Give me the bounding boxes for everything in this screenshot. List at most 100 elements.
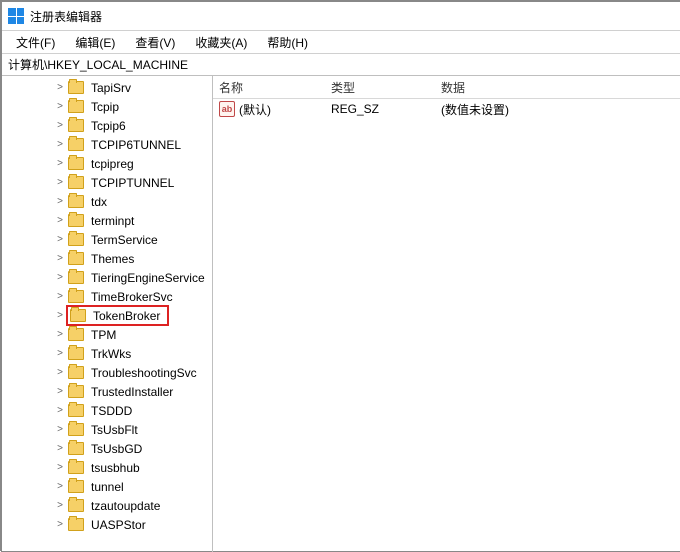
folder-icon xyxy=(68,157,84,170)
tree-item-label: tsusbhub xyxy=(88,460,143,476)
folder-icon xyxy=(68,119,84,132)
tree-expander-icon[interactable]: > xyxy=(54,519,66,530)
column-type[interactable]: 类型 xyxy=(331,79,441,96)
tree-item-label: TrustedInstaller xyxy=(88,384,176,400)
value-row[interactable]: ab(默认) REG_SZ(数值未设置) xyxy=(213,99,680,119)
tree-expander-icon[interactable]: > xyxy=(54,443,66,454)
tree-item[interactable]: >TsUsbFlt xyxy=(2,420,212,439)
reg-string-icon: ab xyxy=(219,101,235,117)
folder-icon xyxy=(68,81,84,94)
tree-item-label: TCPIPTUNNEL xyxy=(88,175,177,191)
tree-item[interactable]: > TieringEngineService xyxy=(2,268,212,287)
tree-expander-icon[interactable]: > xyxy=(54,120,66,131)
folder-icon xyxy=(68,499,84,512)
tree-item-label: Tcpip6 xyxy=(88,118,129,134)
tree-item-label: Tcpip xyxy=(88,99,122,115)
title-bar: 注册表编辑器 xyxy=(2,2,680,31)
tree-item[interactable]: >tunnel xyxy=(2,477,212,496)
tree-panel[interactable]: >TapiSrv>Tcpip>Tcpip6>TCPIP6TUNNEL>tcpip… xyxy=(2,76,213,552)
tree-item-label: TsUsbGD xyxy=(88,441,145,457)
folder-icon xyxy=(68,100,84,113)
tree-item[interactable]: >TCPIP6TUNNEL xyxy=(2,135,212,154)
tree-item[interactable]: > tsusbhub xyxy=(2,458,212,477)
tree-expander-icon[interactable]: > xyxy=(54,196,66,207)
menu-file[interactable]: 文件(F) xyxy=(6,32,65,53)
tree-item[interactable]: > TsUsbGD xyxy=(2,439,212,458)
tree-item-label: terminpt xyxy=(88,213,137,229)
tree-item-label: tcpipreg xyxy=(88,156,137,172)
tree-expander-icon[interactable]: > xyxy=(54,215,66,226)
folder-icon xyxy=(68,328,84,341)
tree-expander-icon[interactable]: > xyxy=(54,177,66,188)
column-data[interactable]: 数据 xyxy=(441,79,680,96)
folder-icon xyxy=(68,176,84,189)
tree-expander-icon[interactable]: > xyxy=(54,348,66,359)
tree-item-label: TieringEngineService xyxy=(88,270,208,286)
tree-item[interactable]: > tzautoupdate xyxy=(2,496,212,515)
tree-item-label: tdx xyxy=(88,194,110,210)
address-path: 计算机\HKEY_LOCAL_MACHINE xyxy=(8,56,188,73)
tree-item[interactable]: > TCPIPTUNNEL xyxy=(2,173,212,192)
menu-bar: 文件(F) 编辑(E) 查看(V) 收藏夹(A) 帮助(H) xyxy=(2,31,680,54)
tree-item[interactable]: > TrustedInstaller xyxy=(2,382,212,401)
value-data: (数值未设置) xyxy=(441,101,680,118)
value-name: (默认) xyxy=(239,101,271,118)
folder-icon xyxy=(68,518,84,531)
tree-item[interactable]: > Tcpip xyxy=(2,97,212,116)
tree-expander-icon[interactable]: > xyxy=(54,310,66,321)
tree-item[interactable]: > terminpt xyxy=(2,211,212,230)
column-name[interactable]: 名称 xyxy=(219,79,331,96)
tree-item[interactable]: > tcpipreg xyxy=(2,154,212,173)
folder-icon xyxy=(68,252,84,265)
tree-item[interactable]: > Themes xyxy=(2,249,212,268)
tree-expander-icon[interactable]: > xyxy=(54,139,66,150)
folder-icon xyxy=(68,214,84,227)
tree-item[interactable]: > UASPStor xyxy=(2,515,212,534)
folder-icon xyxy=(68,461,84,474)
tree-item[interactable]: > TroubleshootingSvc xyxy=(2,363,212,382)
tree-item[interactable]: >TimeBrokerSvc xyxy=(2,287,212,306)
folder-icon xyxy=(68,480,84,493)
tree-item-label: tzautoupdate xyxy=(88,498,163,514)
tree-expander-icon[interactable]: > xyxy=(54,253,66,264)
tree-item-label: Themes xyxy=(88,251,137,267)
window-title: 注册表编辑器 xyxy=(30,8,102,25)
tree-expander-icon[interactable]: > xyxy=(54,500,66,511)
folder-icon xyxy=(68,366,84,379)
value-type: REG_SZ xyxy=(331,102,441,116)
values-panel: 名称 类型 数据 ab(默认) REG_SZ(数值未设置) xyxy=(213,76,680,552)
tree-expander-icon[interactable]: > xyxy=(54,291,66,302)
tree-item-label: UASPStor xyxy=(88,517,149,533)
tree-item[interactable]: >TrkWks xyxy=(2,344,212,363)
address-bar[interactable]: 计算机\HKEY_LOCAL_MACHINE xyxy=(2,54,680,76)
menu-view[interactable]: 查看(V) xyxy=(125,32,185,53)
tree-expander-icon[interactable]: > xyxy=(54,329,66,340)
folder-icon xyxy=(68,442,84,455)
tree-expander-icon[interactable]: > xyxy=(54,101,66,112)
tree-item[interactable]: >TermService xyxy=(2,230,212,249)
tree-item[interactable]: >TPM xyxy=(2,325,212,344)
tree-expander-icon[interactable]: > xyxy=(54,82,66,93)
folder-icon xyxy=(68,138,84,151)
tree-expander-icon[interactable]: > xyxy=(54,234,66,245)
menu-edit[interactable]: 编辑(E) xyxy=(65,32,125,53)
tree-item-label: TokenBroker xyxy=(90,308,163,324)
tree-expander-icon[interactable]: > xyxy=(54,405,66,416)
tree-item[interactable]: > tdx xyxy=(2,192,212,211)
tree-expander-icon[interactable]: > xyxy=(54,462,66,473)
menu-help[interactable]: 帮助(H) xyxy=(257,32,318,53)
tree-expander-icon[interactable]: > xyxy=(54,367,66,378)
tree-item[interactable]: > TokenBroker xyxy=(2,306,212,325)
tree-item[interactable]: >TapiSrv xyxy=(2,78,212,97)
tree-expander-icon[interactable]: > xyxy=(54,481,66,492)
tree-expander-icon[interactable]: > xyxy=(54,272,66,283)
tree-expander-icon[interactable]: > xyxy=(54,386,66,397)
column-headers[interactable]: 名称 类型 数据 xyxy=(213,76,680,99)
tree-item-label: TroubleshootingSvc xyxy=(88,365,200,381)
tree-expander-icon[interactable]: > xyxy=(54,424,66,435)
menu-favorites[interactable]: 收藏夹(A) xyxy=(185,32,257,53)
tree-item[interactable]: >TSDDD xyxy=(2,401,212,420)
folder-icon xyxy=(68,271,84,284)
tree-expander-icon[interactable]: > xyxy=(54,158,66,169)
tree-item[interactable]: > Tcpip6 xyxy=(2,116,212,135)
